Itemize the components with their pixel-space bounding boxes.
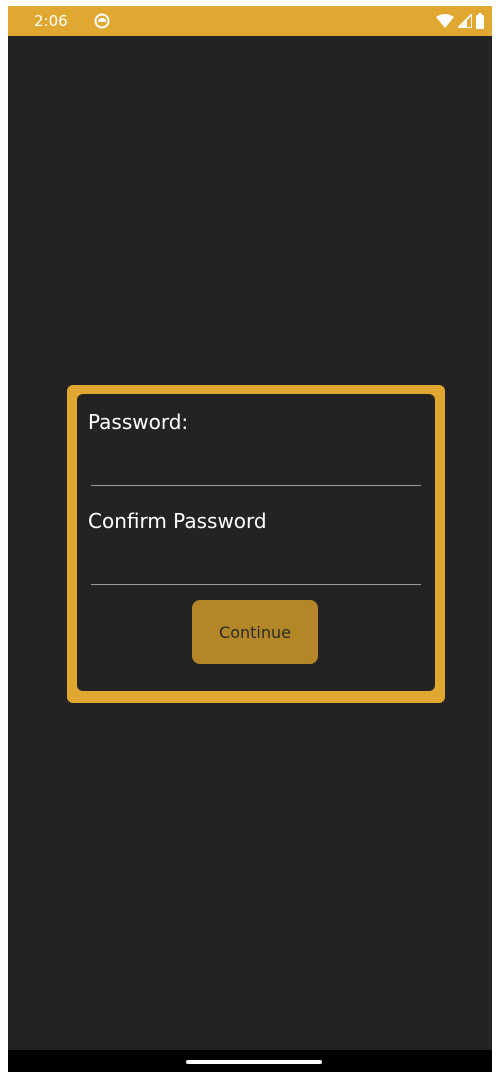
- password-dialog: Password: Confirm Password Continue: [67, 385, 445, 703]
- continue-button[interactable]: Continue: [192, 600, 318, 664]
- confirm-password-label: Confirm Password: [88, 509, 267, 533]
- password-input[interactable]: [91, 446, 421, 486]
- confirm-password-input[interactable]: [91, 545, 421, 585]
- home-indicator[interactable]: [186, 1060, 322, 1064]
- battery-icon: [476, 13, 484, 29]
- password-label: Password:: [88, 410, 189, 434]
- wifi-icon: [436, 14, 454, 28]
- status-icons: [436, 12, 484, 30]
- notification-icon: [94, 13, 110, 29]
- navigation-bar: [8, 1050, 492, 1072]
- status-bar: 2:06: [8, 6, 492, 36]
- status-time: 2:06: [34, 12, 68, 30]
- signal-icon: [458, 14, 472, 28]
- app-screen: 2:06 Password: Confirm Password Continue: [8, 6, 492, 1072]
- dialog-content: Password: Confirm Password Continue: [77, 394, 435, 691]
